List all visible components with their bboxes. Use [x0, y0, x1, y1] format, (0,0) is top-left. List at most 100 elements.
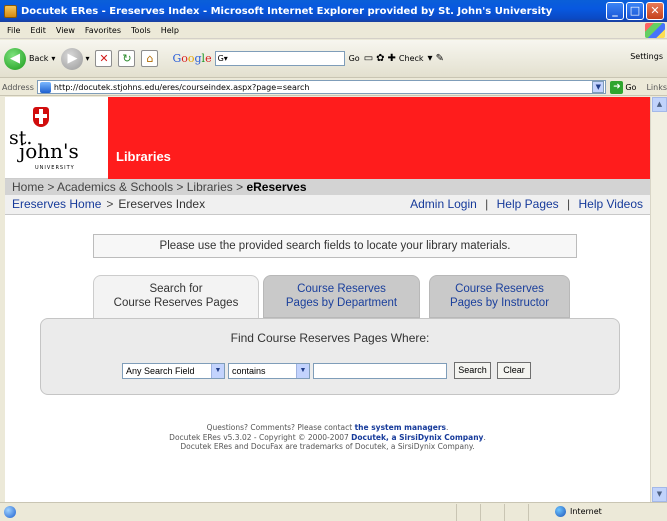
subnav-separator: | [485, 197, 489, 211]
window-title: Docutek ERes - Ereserves Index - Microso… [21, 5, 553, 17]
close-button[interactable]: ✕ [646, 2, 664, 20]
windows-logo-icon [645, 23, 665, 38]
zone-label: Internet [570, 507, 602, 516]
menu-favorites[interactable]: Favorites [80, 26, 126, 35]
back-button[interactable]: ◀ Back ▾ [4, 47, 56, 70]
instruction-notice: Please use the provided search fields to… [93, 234, 577, 258]
tab-line: Search for [149, 283, 203, 295]
status-cell [480, 503, 504, 521]
forward-button[interactable]: ▶ ▾ [61, 47, 90, 70]
ereserves-home-link[interactable]: Ereserves Home [12, 195, 101, 214]
address-input[interactable]: http://docutek.stjohns.edu/eres/coursein… [36, 80, 607, 94]
tab-line: Course Reserves [455, 283, 544, 295]
search-query-input[interactable] [313, 363, 447, 379]
menu-file[interactable]: File [2, 26, 25, 35]
header-banner: Libraries [108, 97, 650, 179]
menu-view[interactable]: View [51, 26, 80, 35]
search-heading: Find Course Reserves Pages Where: [230, 331, 430, 345]
status-cell [528, 503, 552, 521]
browser-toolbar: ◀ Back ▾ ▶ ▾ ✕ ↻ ⌂ Google G▾ Go ▭ ✿ ✚ Ch… [0, 40, 667, 78]
refresh-button[interactable]: ↻ [118, 50, 136, 67]
status-cell [504, 503, 528, 521]
window-controls: _ □ ✕ [606, 2, 664, 20]
search-button[interactable]: Search [454, 362, 491, 379]
search-panel: Find Course Reserves Pages Where: Any Se… [40, 318, 620, 395]
maximize-button[interactable]: □ [626, 2, 644, 20]
tab-pages-by-instructor[interactable]: Course Reserves Pages by Instructor [429, 275, 570, 318]
tab-line: Pages by Department [285, 297, 398, 309]
chevron-down-icon: ▼ [211, 364, 224, 378]
stop-button[interactable]: ✕ [95, 50, 113, 67]
status-bar: Internet [0, 502, 667, 521]
links-button[interactable]: Links [646, 83, 667, 92]
check-button[interactable]: Check [399, 54, 424, 63]
chevron-down-icon: ▼ [296, 364, 309, 378]
security-zone[interactable]: Internet [555, 506, 602, 517]
breadcrumb-current: eReserves [246, 180, 307, 194]
footer-line-2: Docutek ERes v5.3.02 - Copyright © 2000-… [169, 432, 486, 442]
address-label: Address [2, 82, 34, 92]
globe-icon [555, 506, 566, 517]
minimize-button[interactable]: _ [606, 2, 624, 20]
chevron-down-icon: ▾ [427, 53, 433, 64]
address-bar: Address http://docutek.stjohns.edu/eres/… [0, 79, 667, 96]
menu-bar: File Edit View Favorites Tools Help [0, 22, 667, 39]
back-label: Back [29, 54, 49, 63]
clear-button[interactable]: Clear [497, 362, 531, 379]
ereserves-index-label: Ereserves Index [118, 197, 206, 211]
search-field-value: Any Search Field [126, 366, 195, 376]
footer-line-1: Questions? Comments? Please contact the … [206, 423, 449, 432]
vertical-scrollbar[interactable]: ▲ ▼ [650, 97, 667, 502]
subnav-separator: | [567, 197, 571, 211]
ie-app-icon [4, 4, 17, 18]
bookmark-icon[interactable]: ▭ [364, 53, 373, 64]
tab-search-pages[interactable]: Search for Course Reserves Pages [93, 275, 259, 320]
home-icon: ⌂ [141, 50, 159, 67]
operator-select[interactable]: contains ▼ [228, 363, 310, 379]
back-arrow-icon: ◀ [4, 47, 26, 70]
admin-login-link[interactable]: Admin Login [410, 197, 477, 211]
address-dropdown-icon[interactable]: ▼ [592, 81, 605, 93]
forward-arrow-icon: ▶ [61, 47, 84, 70]
sub-navigation: Ereserves Home > Ereserves Index Admin L… [5, 195, 650, 215]
operator-value: contains [232, 366, 266, 376]
logo-text-university: UNIVERSITY [35, 165, 75, 171]
popup-blocker-icon[interactable]: ✿ [376, 53, 384, 64]
tab-line: Course Reserves Pages [113, 297, 239, 309]
google-search-input[interactable]: G▾ [214, 51, 345, 66]
chevron-down-icon: ▾ [85, 54, 90, 63]
help-videos-link[interactable]: Help Videos [579, 197, 644, 211]
home-button[interactable]: ⌂ [141, 50, 159, 67]
university-logo[interactable]: st. john's UNIVERSITY [5, 97, 108, 179]
tab-line: Course Reserves [297, 283, 386, 295]
site-header: st. john's UNIVERSITY Libraries [5, 97, 650, 179]
logo-text-johns: john's [19, 139, 79, 163]
scroll-up-icon[interactable]: ▲ [652, 97, 667, 112]
autofill-icon[interactable]: ✚ [388, 53, 396, 64]
window-titlebar[interactable]: Docutek ERes - Ereserves Index - Microso… [0, 0, 667, 22]
google-go-button[interactable]: Go [349, 54, 360, 63]
page-icon [39, 81, 51, 93]
stop-icon: ✕ [95, 50, 113, 67]
pencil-icon[interactable]: ✎ [436, 53, 444, 64]
libraries-title: Libraries [116, 149, 171, 164]
menu-help[interactable]: Help [156, 26, 184, 35]
cross-crest-icon [33, 107, 49, 127]
breadcrumb: Home > Academics & Schools > Libraries >… [5, 179, 650, 195]
google-logo: Google [172, 52, 212, 65]
ie-status-icon [4, 506, 16, 518]
go-button[interactable]: ➜ Go [610, 80, 636, 94]
search-field-select[interactable]: Any Search Field ▼ [122, 363, 225, 379]
tab-pages-by-department[interactable]: Course Reserves Pages by Department [263, 275, 420, 318]
help-pages-link[interactable]: Help Pages [497, 197, 559, 211]
menu-tools[interactable]: Tools [126, 26, 156, 35]
chevron-down-icon: ▾ [51, 54, 56, 63]
refresh-icon: ↻ [118, 50, 136, 67]
scroll-down-icon[interactable]: ▼ [652, 487, 667, 502]
menu-edit[interactable]: Edit [25, 26, 51, 35]
page-viewport: st. john's UNIVERSITY Libraries Home > A… [5, 97, 650, 502]
docutek-link[interactable]: Docutek, a SirsiDynix Company [351, 433, 483, 442]
system-managers-link[interactable]: the system managers [355, 423, 446, 432]
breadcrumb-path: Home > Academics & Schools > Libraries > [12, 180, 247, 194]
settings-button[interactable]: Settings [630, 52, 663, 61]
